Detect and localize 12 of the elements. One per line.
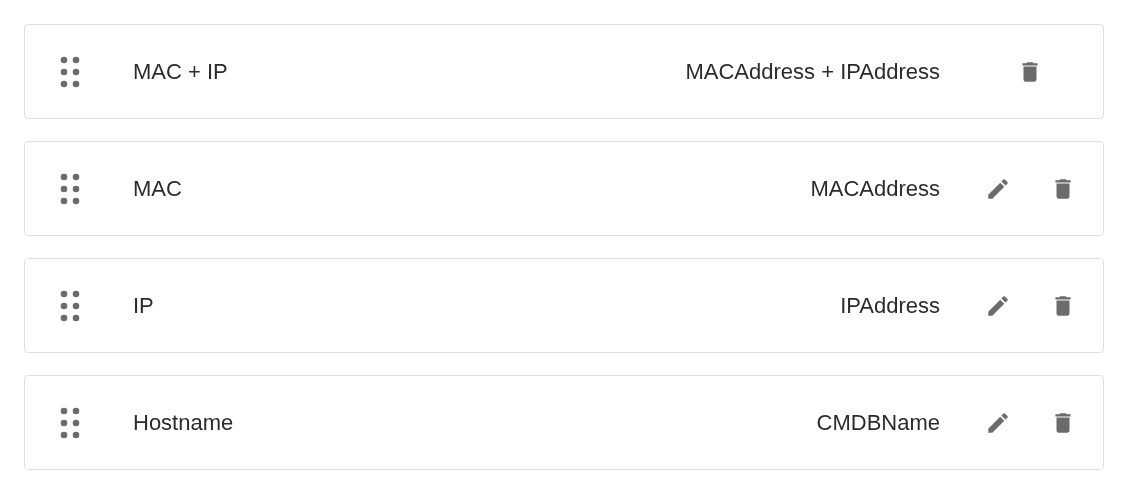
item-value: CMDBName <box>815 409 940 437</box>
item-label: IP <box>133 292 154 320</box>
drag-handle-icon[interactable] <box>60 172 80 205</box>
drag-handle-icon[interactable] <box>60 55 80 88</box>
item-value: MACAddress + IPAddress <box>684 58 940 86</box>
drag-handle-icon[interactable] <box>60 289 80 322</box>
drag-handle-icon[interactable] <box>60 406 80 439</box>
item-value: MACAddress <box>809 175 940 203</box>
item-label: Hostname <box>133 409 234 437</box>
item-label: MAC + IP <box>133 58 228 86</box>
item-label: MAC <box>133 175 182 203</box>
item-value: IPAddress <box>839 292 940 320</box>
